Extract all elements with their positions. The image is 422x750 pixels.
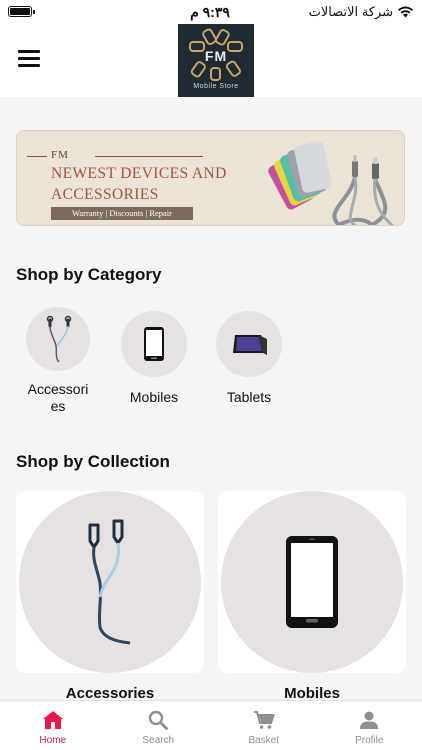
collection-accessories[interactable] [16, 491, 204, 673]
category-label: Tablets [226, 389, 272, 405]
tab-profile[interactable]: Profile [317, 701, 422, 750]
menu-icon[interactable] [18, 50, 40, 68]
status-time: ٩:٣٩ م [190, 4, 230, 20]
tab-label-profile: Profile [355, 735, 384, 746]
collection-mobiles[interactable] [218, 491, 406, 673]
banner-brand: FM [51, 149, 69, 161]
banner-title-line1: NEWEST DEVICES AND [51, 165, 227, 182]
search-icon [149, 710, 169, 730]
collection-section-title: Shop by Collection [16, 452, 170, 471]
earphones-icon [88, 519, 131, 645]
category-tablets[interactable]: Tablets [204, 311, 294, 406]
category-mobiles[interactable]: Mobiles [109, 311, 199, 406]
battery-icon [8, 6, 35, 17]
mobile-phone-icon [144, 327, 164, 361]
category-label: Accessori es [27, 381, 89, 414]
home-icon [42, 711, 63, 729]
category-accessories[interactable]: Accessori es [13, 307, 103, 415]
banner-title-line2: ACCESSORIES [51, 186, 159, 203]
category-label: Mobiles [129, 389, 179, 405]
banner-rule-left [27, 156, 47, 157]
logo-text: FM [204, 48, 228, 64]
tab-label-home: Home [39, 735, 67, 746]
phone-cases-cable-image [268, 141, 395, 225]
tab-home[interactable]: Home [0, 701, 106, 750]
banner-tagline: Warranty | Discounts | Repair [51, 207, 193, 220]
cart-icon [253, 711, 275, 729]
earphones-icon [46, 315, 72, 363]
banner-title: NEWEST DEVICES AND ACCESSORIES [51, 163, 251, 205]
mobile-phone-icon [286, 536, 338, 628]
logo-subtitle: Mobile Store [193, 83, 239, 90]
banner-rule-right [95, 156, 203, 157]
store-logo[interactable]: FM Mobile Store [178, 24, 254, 97]
tab-search[interactable]: Search [106, 701, 212, 750]
tab-label-search: Search [142, 735, 175, 746]
tab-label-basket: Basket [248, 735, 280, 746]
category-section-title: Shop by Category [16, 265, 162, 284]
tab-basket[interactable]: Basket [211, 701, 317, 750]
app-header: FM Mobile Store [0, 24, 422, 97]
carrier-info: شركة الاتصالات [309, 4, 414, 20]
tablet-icon [233, 335, 267, 355]
bottom-tab-bar: Home Search Basket Profile [0, 700, 422, 750]
profile-icon [360, 711, 379, 729]
status-bar: ٩:٣٩ م شركة الاتصالات [0, 0, 422, 24]
promo-banner[interactable]: FM NEWEST DEVICES AND ACCESSORIES Warran… [16, 130, 405, 226]
wifi-icon [397, 6, 414, 18]
carrier-name: شركة الاتصالات [308, 4, 393, 19]
